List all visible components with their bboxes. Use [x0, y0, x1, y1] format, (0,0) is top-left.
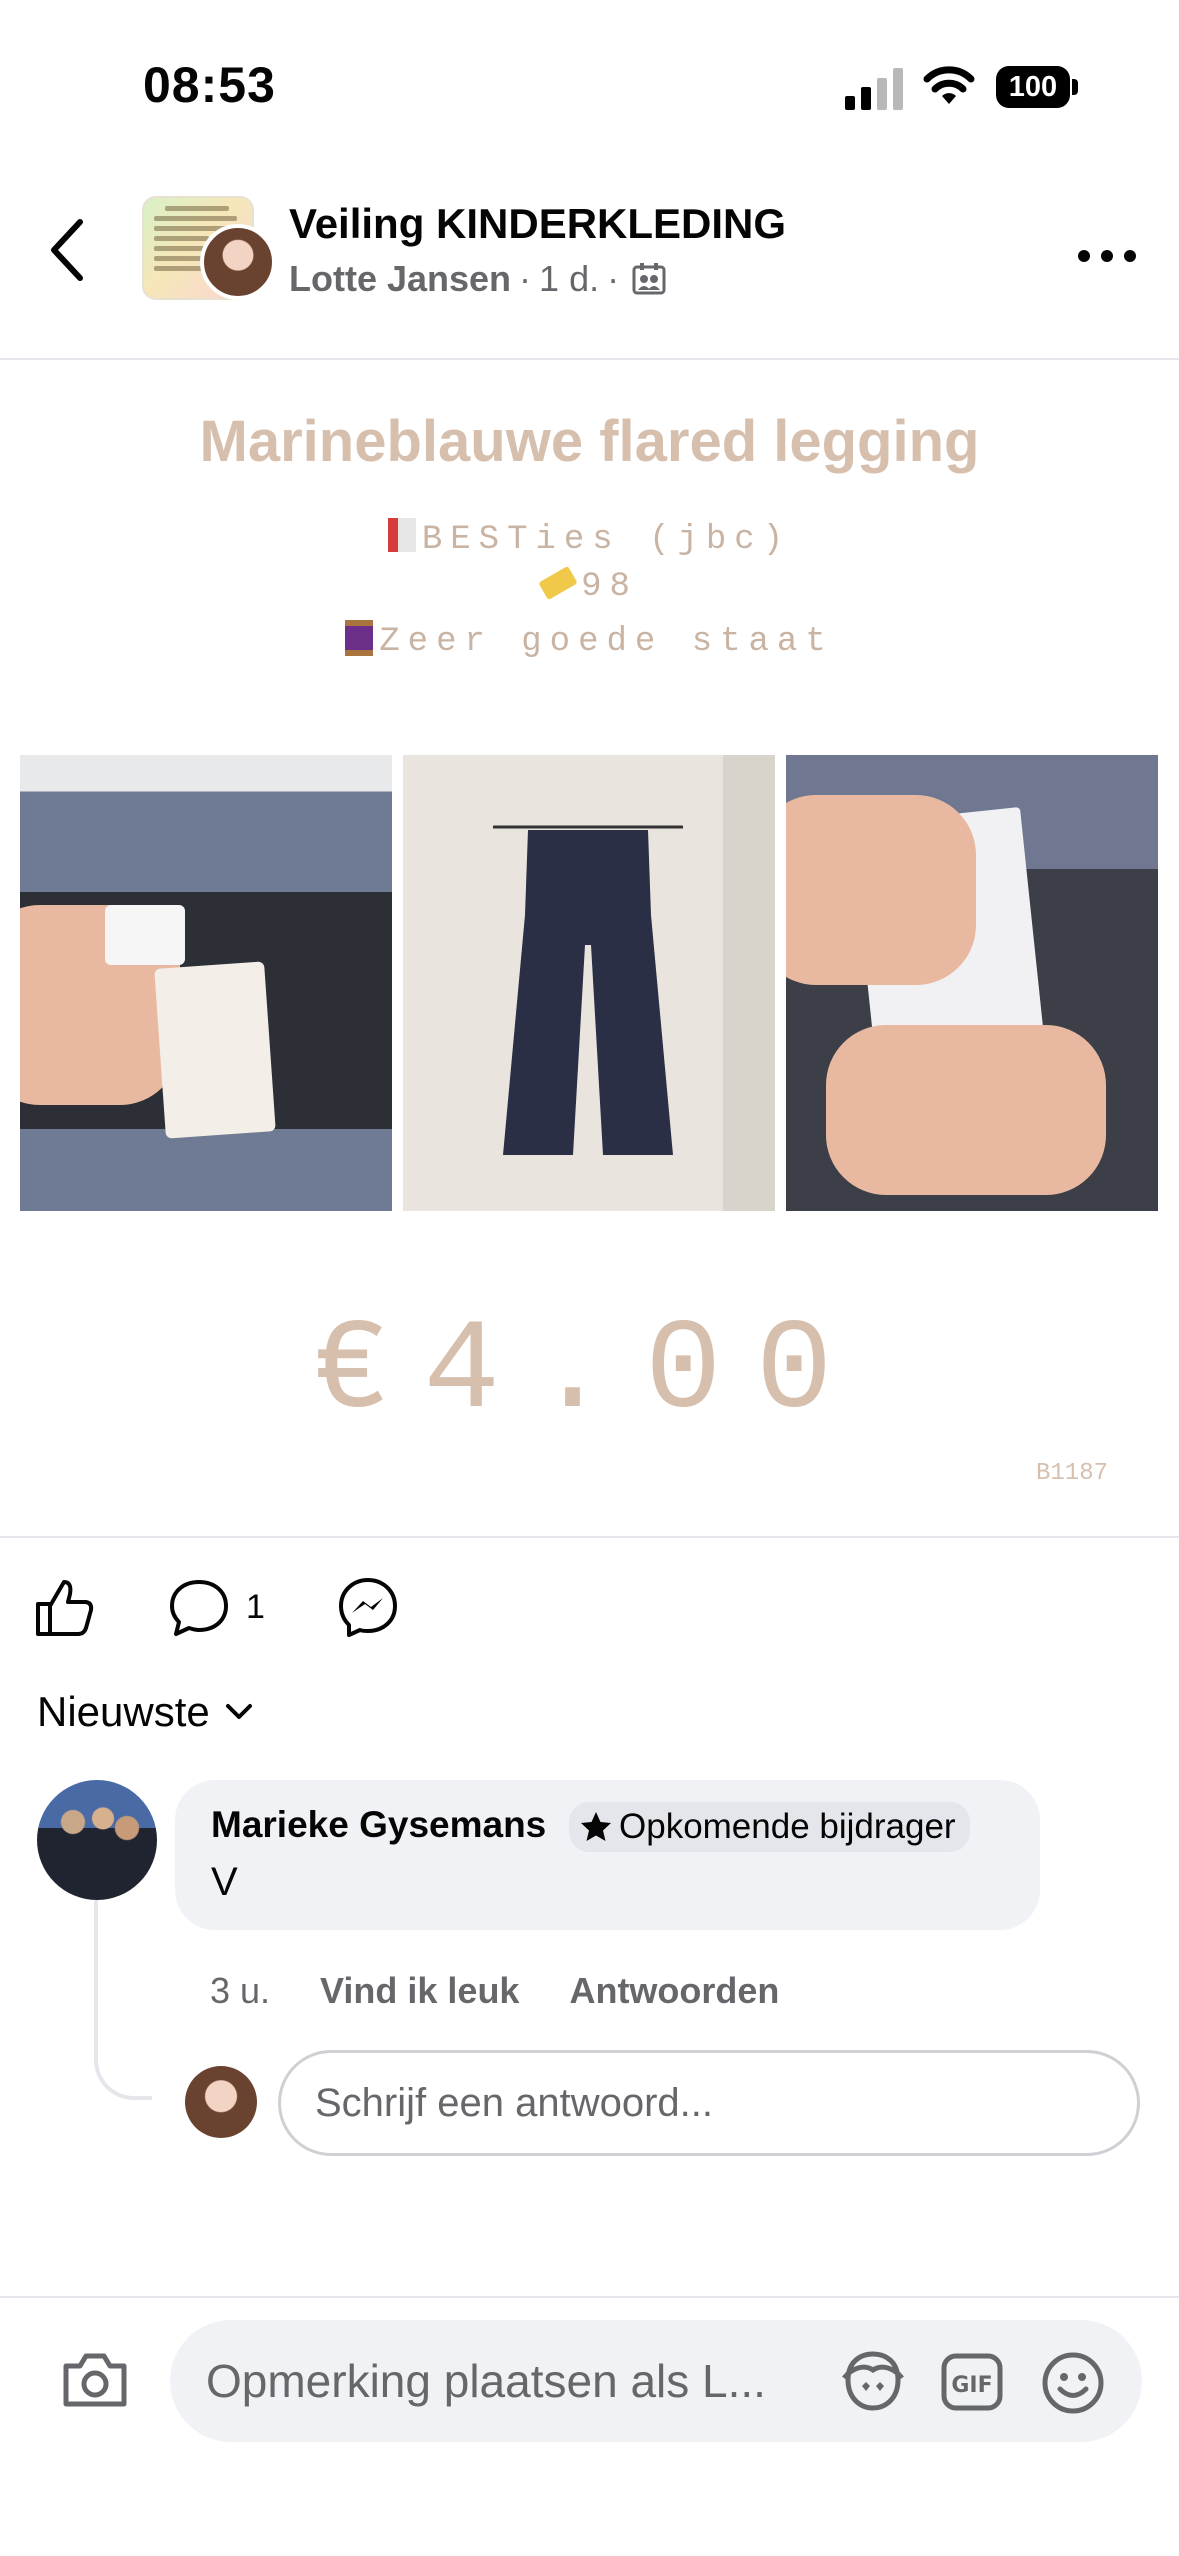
comment-bubble: Marieke Gysemans Opkomende bijdrager V [175, 1780, 1040, 1930]
book-icon [387, 518, 416, 552]
header-divider [0, 358, 1179, 360]
size: 98 [581, 568, 638, 606]
group-name[interactable]: Veiling KINDERKLEDING [289, 200, 786, 248]
brand: BESTies (jbc) [421, 521, 792, 559]
meta-separator: · [519, 258, 532, 299]
comment-meta: 3 u. Vind ik leuk Antwoorden [210, 1970, 829, 2012]
messenger-icon[interactable] [337, 1576, 399, 1638]
battery-level: 100 [996, 66, 1070, 108]
like-icon[interactable] [34, 1576, 96, 1638]
price: €4.00 [312, 1300, 867, 1445]
photo-legging[interactable] [403, 755, 775, 1211]
comment-time[interactable]: 3 u. [210, 1970, 270, 2012]
sort-label: Nieuwste [37, 1688, 210, 1735]
post-meta: Lotte Jansen · 1 d. · [289, 258, 667, 300]
comment-input[interactable]: Opmerking plaatsen als L... GIF [170, 2320, 1142, 2442]
thread-icon [345, 620, 374, 656]
legging-image [493, 825, 683, 1155]
star-icon [581, 1812, 611, 1841]
comment-count[interactable]: 1 [246, 1588, 265, 1627]
brand-line: BESTies (jbc) [0, 518, 1179, 559]
like-comment-button[interactable]: Vind ik leuk [320, 1970, 519, 2012]
author-name[interactable]: Lotte Jansen [289, 258, 511, 300]
condition: Zeer goede staat [379, 623, 834, 661]
reply-button[interactable]: Antwoorden [569, 1970, 779, 2012]
reply-input[interactable]: Schrijf een antwoord... [278, 2050, 1140, 2156]
contributor-badge[interactable]: Opkomende bijdrager [569, 1802, 970, 1852]
svg-text:GIF: GIF [951, 2373, 992, 2398]
more-options-icon[interactable] [1074, 246, 1140, 266]
reply-user-avatar [185, 2066, 257, 2138]
chevron-down-icon [225, 1704, 252, 1719]
comment-icon[interactable] [168, 1578, 230, 1638]
avatar-sticker-icon[interactable] [840, 2350, 906, 2412]
post-title: Marineblauwe flared legging [199, 409, 980, 474]
gif-icon[interactable]: GIF [940, 2352, 1004, 2412]
comment-composer-bar: Opmerking plaatsen als L... GIF [0, 2296, 1179, 2556]
status-time: 08:53 [143, 57, 276, 113]
camera-icon[interactable] [60, 2350, 130, 2410]
author-avatar[interactable] [200, 224, 276, 300]
size-line: 98 [0, 565, 1179, 606]
signal-icon [845, 68, 903, 110]
post-header: Veiling KINDERKLEDING Lotte Jansen · 1 d… [0, 180, 1179, 360]
wifi-icon [923, 66, 975, 104]
badge-label: Opkomende bijdrager [619, 1807, 956, 1846]
emoji-icon[interactable] [1040, 2350, 1106, 2416]
comment-sort-dropdown[interactable]: Nieuwste [37, 1688, 254, 1736]
back-button[interactable] [40, 210, 100, 290]
battery-icon: 100 [996, 66, 1078, 108]
post-time[interactable]: 1 d. [539, 258, 599, 300]
commenter-name[interactable]: Marieke Gysemans [211, 1804, 546, 1846]
status-bar: 08:53 100 [0, 0, 1179, 160]
item-code: B1187 [1036, 1460, 1109, 1487]
thread-line [94, 1900, 152, 2100]
meta-separator-2: · [607, 258, 620, 299]
commenter-avatar[interactable] [37, 1780, 157, 1900]
ruler-icon [538, 565, 578, 601]
content-divider [0, 1536, 1179, 1538]
photo-label[interactable] [786, 755, 1158, 1211]
comment-text: V [211, 1860, 238, 1904]
comment-placeholder: Opmerking plaatsen als L... [206, 2355, 766, 2407]
condition-line: Zeer goede staat [0, 620, 1179, 661]
photo-tag[interactable] [20, 755, 392, 1211]
group-audience-icon [632, 263, 666, 295]
